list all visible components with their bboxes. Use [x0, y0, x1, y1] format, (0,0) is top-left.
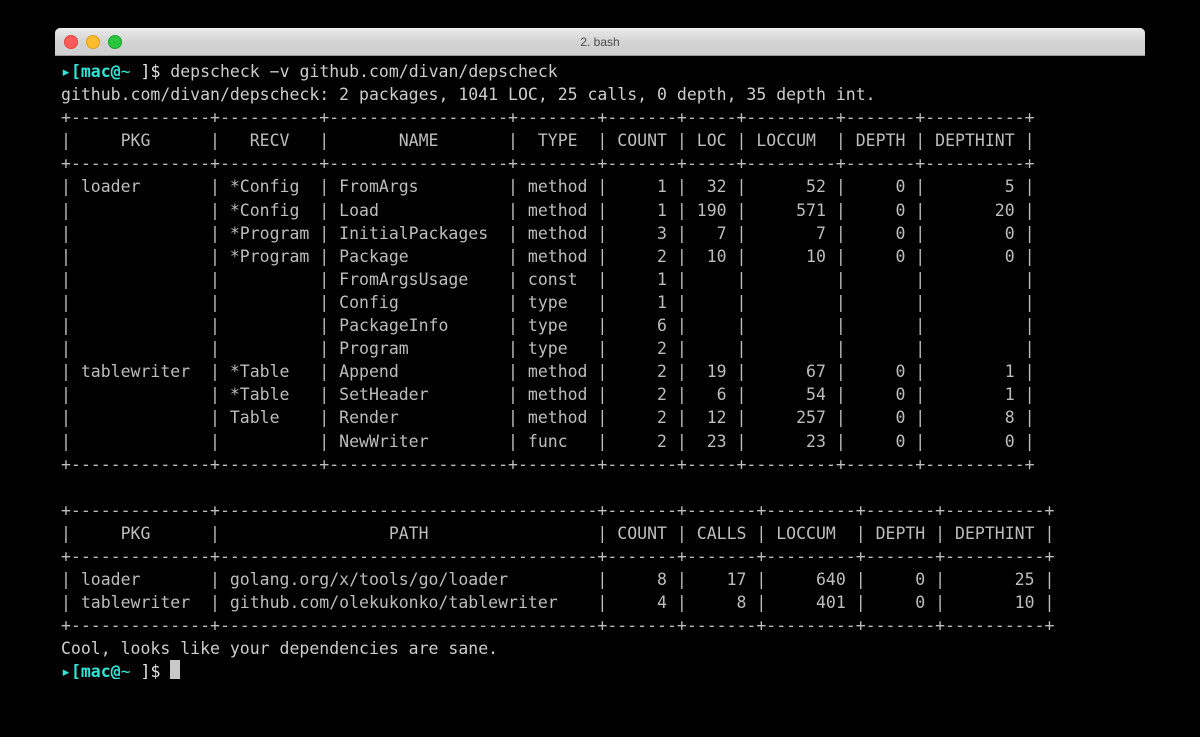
terminal-text: ▸[mac@~ ]$ depscheck −v github.com/divan…	[61, 60, 1145, 679]
window-title: 2. bash	[55, 29, 1145, 55]
traffic-light-group	[64, 29, 122, 55]
maximize-button[interactable]	[108, 35, 122, 49]
minimize-button[interactable]	[86, 35, 100, 49]
terminal-window: 2. bash ▸[mac@~ ]$ depscheck −v github.c…	[55, 28, 1145, 673]
title-bar[interactable]: 2. bash	[55, 28, 1145, 56]
terminal-output-area[interactable]: ▸[mac@~ ]$ depscheck −v github.com/divan…	[55, 56, 1145, 679]
close-button[interactable]	[64, 35, 78, 49]
